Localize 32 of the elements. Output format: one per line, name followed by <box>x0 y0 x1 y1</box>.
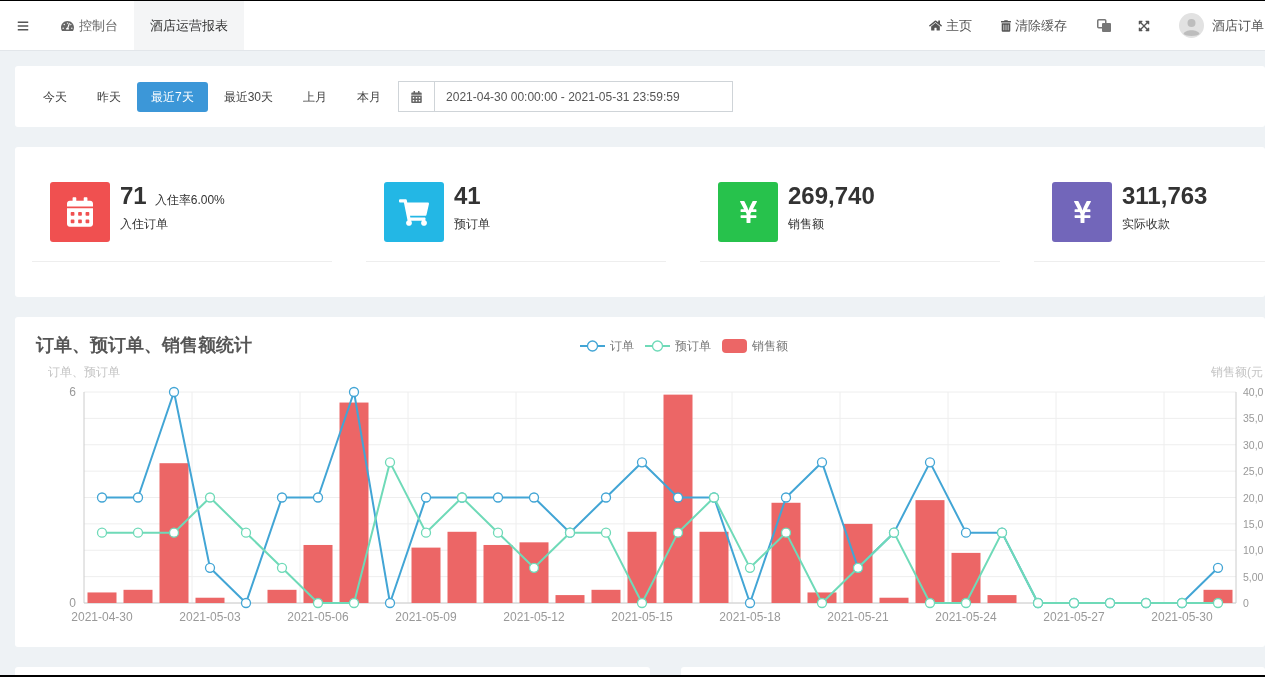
axis-label: 2021-05-06 <box>287 610 349 624</box>
axis-label: 2021-05-18 <box>719 610 781 624</box>
axis-label: 2021-05-27 <box>1043 610 1105 624</box>
stat-note: 入住率6.00% <box>154 192 225 209</box>
axis-label: 2021-05-03 <box>179 610 241 624</box>
stat-label: 实际收款 <box>1122 216 1171 232</box>
stat-label: 入住订单 <box>120 216 169 232</box>
axis-label: 2021-05-09 <box>395 610 457 624</box>
axis-label: 35,0 <box>1243 412 1264 425</box>
stat-value: 269,740 <box>788 182 875 210</box>
axis-label: 15,0 <box>1243 517 1264 530</box>
axis-label: 6 <box>69 385 76 399</box>
axis-label: 2021-05-15 <box>611 610 673 624</box>
chart-title: 订单、预订单、销售额统计 <box>36 335 252 355</box>
axis-label: 0 <box>69 596 76 610</box>
axis-label: 2021-05-30 <box>1151 610 1213 624</box>
stat-value: 41 <box>454 182 481 210</box>
axis-label: 0 <box>1243 597 1249 609</box>
axis-label: 30,0 <box>1243 438 1264 451</box>
axis-label: 5,00 <box>1243 570 1264 583</box>
axis-label: 2021-05-24 <box>935 610 997 624</box>
stat-value: 311,763 <box>1122 182 1208 210</box>
stat-label: 销售额 <box>788 216 825 232</box>
axis-label: 2021-05-21 <box>827 610 889 624</box>
stat-label: 预订单 <box>454 216 490 232</box>
stat-value: 71 <box>120 182 147 210</box>
axis-label: 40,0 <box>1243 386 1264 398</box>
axis-label: 2021-04-30 <box>71 610 133 624</box>
axis-label: 2021-05-12 <box>503 610 565 624</box>
axis-label: 25,0 <box>1243 465 1264 478</box>
axis-label: 10,0 <box>1243 544 1264 557</box>
axis-label: 20,0 <box>1243 491 1264 504</box>
